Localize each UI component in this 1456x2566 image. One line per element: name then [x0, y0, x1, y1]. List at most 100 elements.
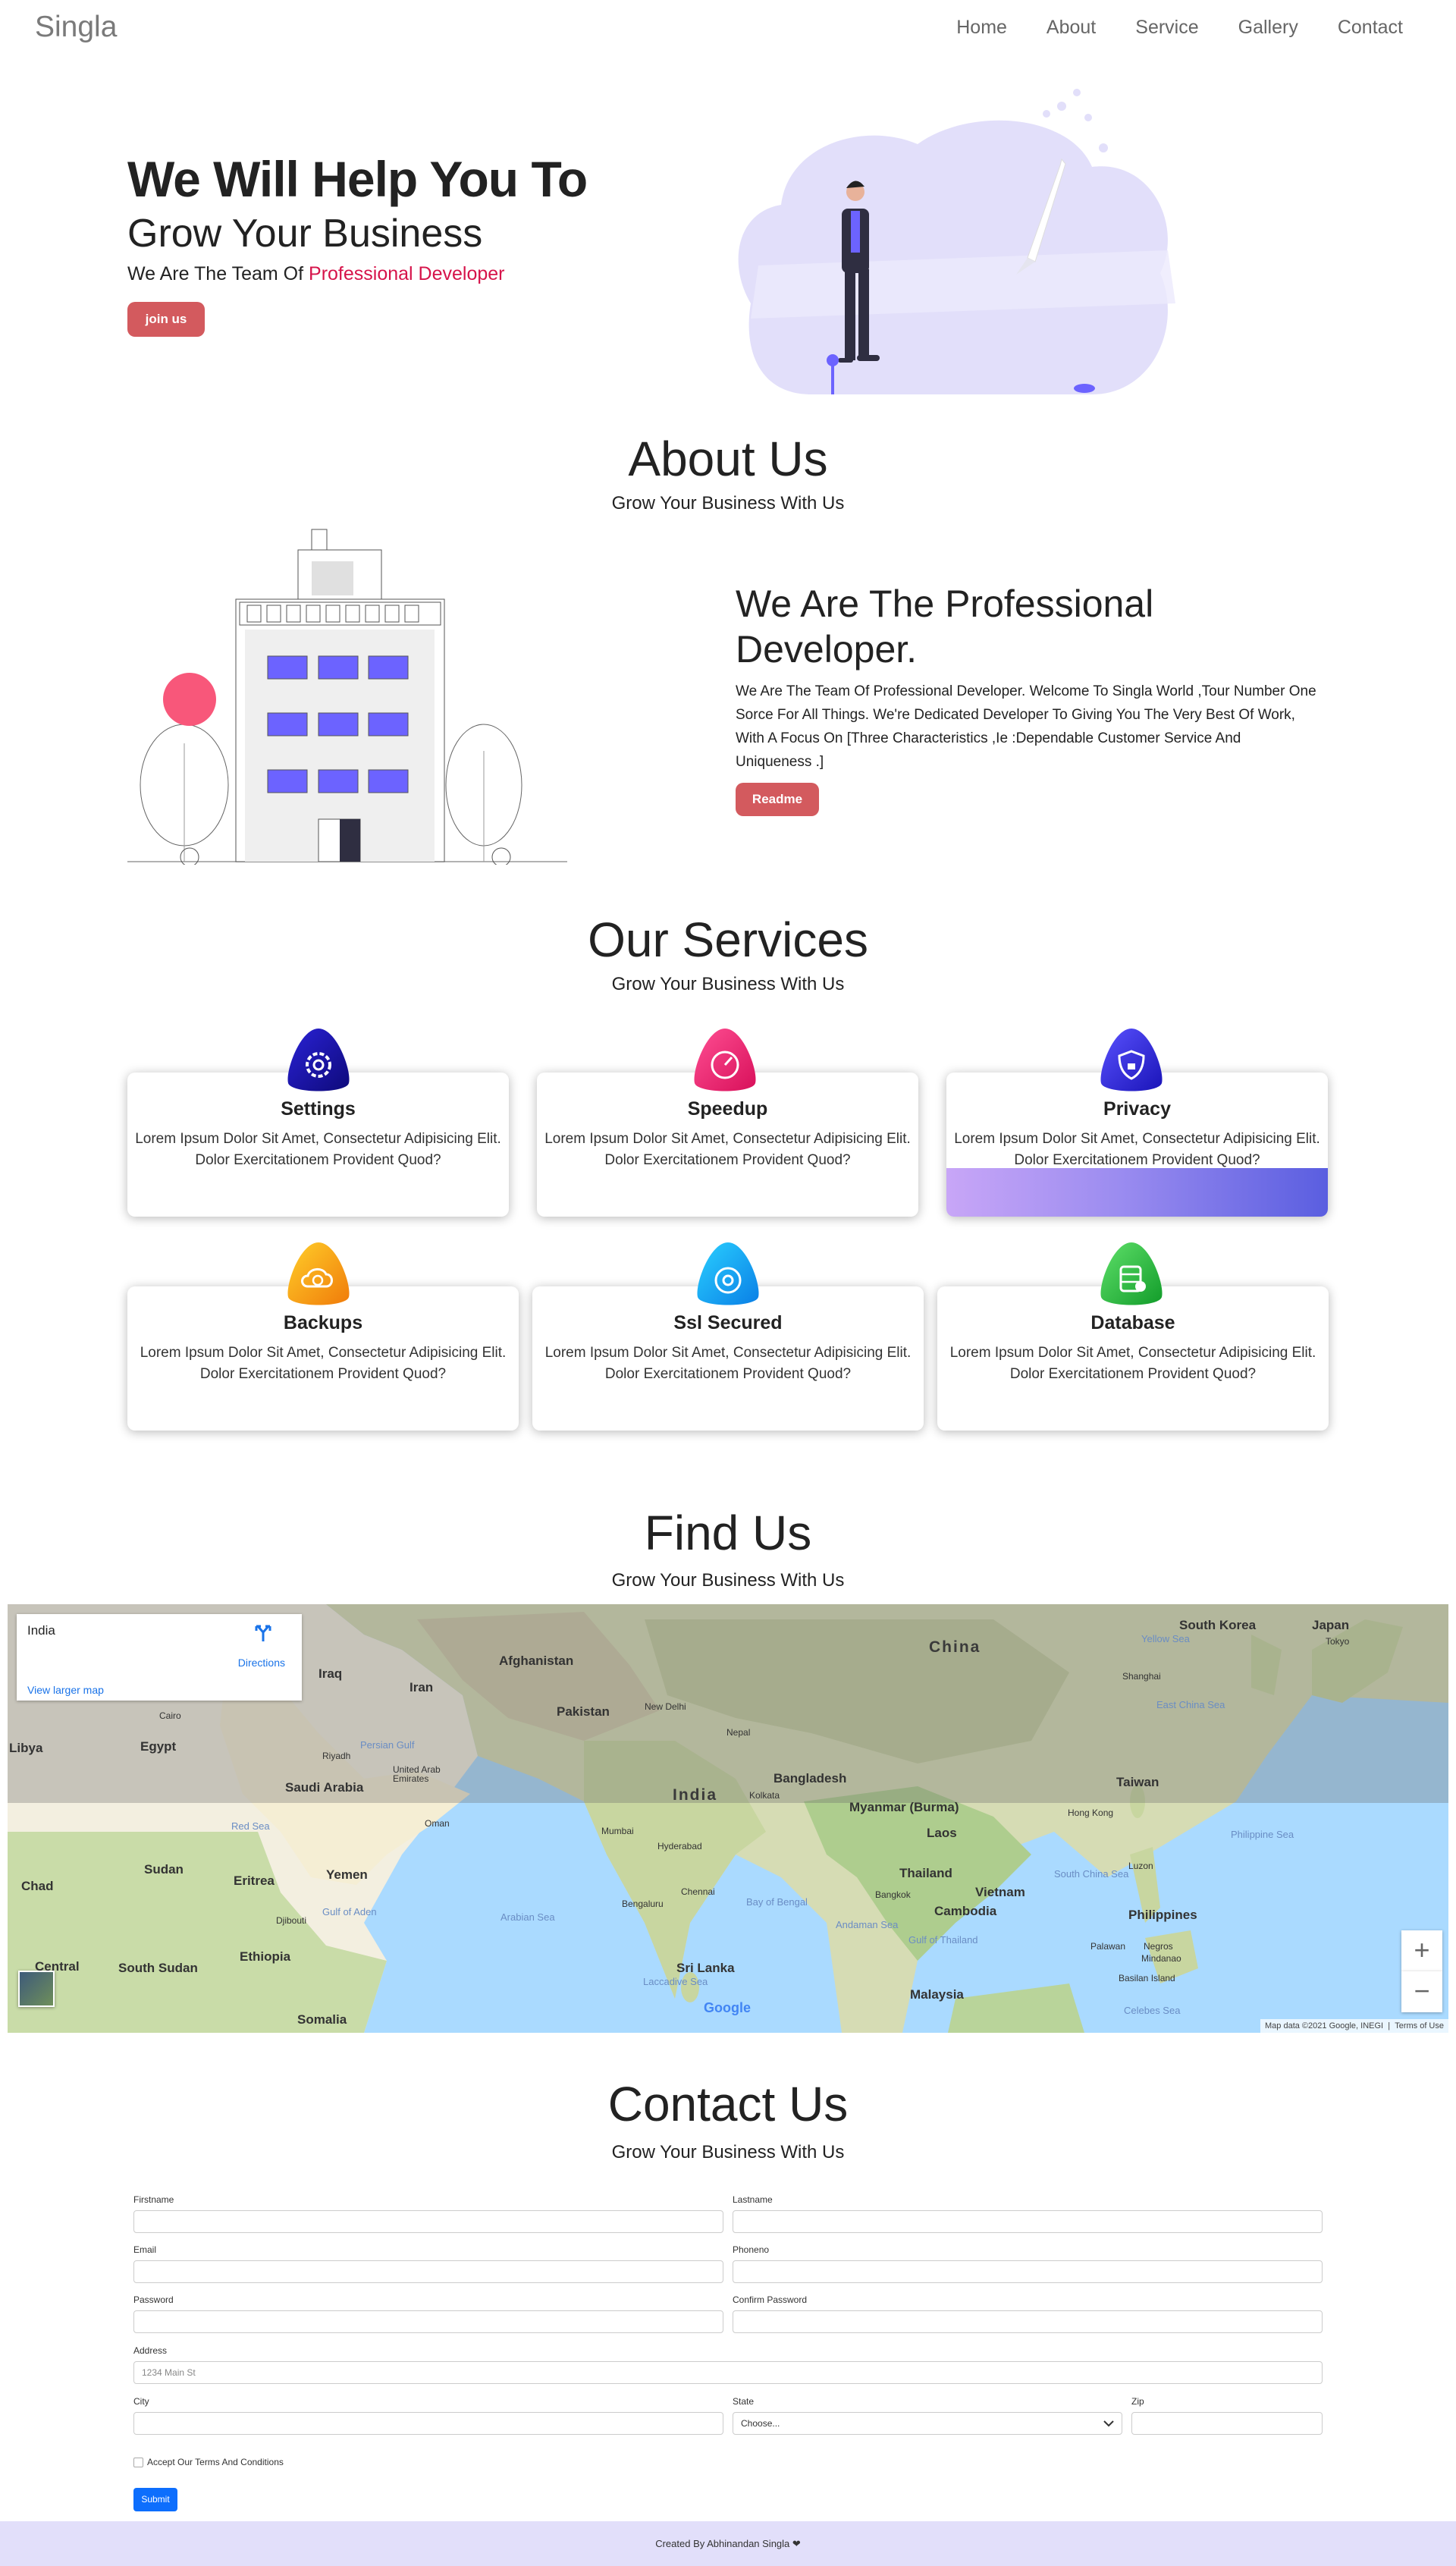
submit-button[interactable]: Submit — [133, 2488, 177, 2511]
service-text: Lorem Ipsum Dolor Sit Amet, Consectetur … — [954, 1131, 1320, 1168]
map-label: Riyadh — [322, 1751, 351, 1761]
service-text: Lorem Ipsum Dolor Sit Amet, Consectetur … — [135, 1131, 501, 1168]
state-label: State — [733, 2396, 755, 2407]
map-label: Bangladesh — [774, 1771, 847, 1786]
services-title: Our Services — [588, 912, 868, 967]
brand-logo[interactable]: Singla — [35, 11, 117, 44]
map-label: Yemen — [326, 1867, 368, 1882]
map-label: Red Sea — [231, 1820, 270, 1832]
lastname-label: Lastname — [733, 2194, 773, 2205]
gear-icon — [287, 1029, 350, 1091]
map-label: Japan — [1312, 1618, 1350, 1632]
view-larger-map-link[interactable]: View larger map — [27, 1684, 104, 1696]
map-label: Mindanao — [1141, 1953, 1181, 1964]
nav-link-home[interactable]: Home — [956, 17, 1007, 39]
map-label: Philippines — [1128, 1908, 1197, 1922]
map-label: Oman — [425, 1818, 450, 1829]
map-label: Hyderabad — [657, 1841, 702, 1851]
join-us-button[interactable]: join us — [127, 302, 205, 337]
city-label: City — [133, 2396, 149, 2407]
map-label: Sri Lanka — [676, 1961, 735, 1975]
map-label: Cambodia — [934, 1904, 997, 1918]
navbar: Singla Home About Service Gallery Contac… — [0, 0, 1456, 58]
nav-link-contact[interactable]: Contact — [1338, 17, 1403, 39]
nav-link-about[interactable]: About — [1046, 17, 1096, 39]
map-embed[interactable]: China India South Korea Japan Tokyo Yell… — [8, 1604, 1448, 2033]
map-label: South Sudan — [118, 1961, 198, 1975]
speedometer-icon — [694, 1029, 756, 1091]
email-input[interactable] — [133, 2260, 723, 2283]
map-label: Somalia — [297, 2012, 347, 2027]
map-data-credit: Map data ©2021 Google, INEGI — [1265, 2021, 1384, 2031]
zip-label: Zip — [1131, 2396, 1144, 2407]
nav-link-service[interactable]: Service — [1135, 17, 1198, 39]
shield-lock-icon — [1100, 1029, 1163, 1091]
service-title: Ssl Secured — [673, 1312, 783, 1333]
map-label: East China Sea — [1156, 1699, 1225, 1710]
zip-input[interactable] — [1131, 2412, 1323, 2435]
service-text: Lorem Ipsum Dolor Sit Amet, Consectetur … — [949, 1345, 1316, 1382]
terms-link[interactable]: Terms of Use — [1395, 2021, 1444, 2031]
phoneno-input[interactable] — [733, 2260, 1323, 2283]
google-logo: Google — [704, 2000, 751, 2016]
readme-button[interactable]: Readme — [736, 783, 819, 816]
nav-link-gallery[interactable]: Gallery — [1238, 17, 1298, 39]
map-label: United Arab Emirates — [393, 1764, 441, 1784]
service-title: Privacy — [1103, 1098, 1171, 1120]
hero-tagline-prefix: We Are The Team Of — [127, 263, 309, 284]
map-label: Gulf of Aden — [322, 1906, 377, 1917]
terms-checkbox[interactable] — [133, 2458, 143, 2467]
map-label: Iran — [410, 1680, 434, 1694]
service-title: Speedup — [687, 1098, 768, 1120]
confirm-password-label: Confirm Password — [733, 2294, 808, 2305]
map-label: Shanghai — [1122, 1671, 1161, 1682]
map-label: Negros — [1144, 1941, 1173, 1952]
lastname-input[interactable] — [733, 2210, 1323, 2233]
map-type-toggle[interactable] — [18, 1971, 55, 2007]
firstname-input[interactable] — [133, 2210, 723, 2233]
map-label: Yellow Sea — [1141, 1633, 1190, 1644]
services-subtitle: Grow Your Business With Us — [611, 974, 845, 994]
zoom-in-button[interactable]: + — [1401, 1930, 1442, 1971]
map-label: Pakistan — [557, 1704, 610, 1719]
map-label: Vietnam — [975, 1885, 1025, 1899]
address-label: Address — [133, 2345, 168, 2356]
nav-links: Home About Service Gallery Contact — [917, 17, 1403, 39]
map-label: Arabian Sea — [500, 1911, 555, 1923]
map-label: Iraq — [318, 1666, 343, 1681]
hero-title: We Will Help You To — [127, 151, 588, 207]
confirm-password-input[interactable] — [733, 2310, 1323, 2333]
city-input[interactable] — [133, 2412, 723, 2435]
map-label: Persian Gulf — [360, 1739, 415, 1751]
map-label: Saudi Arabia — [285, 1780, 364, 1795]
service-title: Settings — [281, 1098, 356, 1120]
hover-gradient — [946, 1168, 1328, 1217]
password-label: Password — [133, 2294, 174, 2305]
map-label: Hong Kong — [1068, 1808, 1114, 1818]
hero-illustration — [738, 89, 1175, 394]
map-label: New Delhi — [645, 1701, 686, 1712]
map-label: Djibouti — [276, 1915, 307, 1926]
map-label: Laccadive Sea — [643, 1976, 708, 1987]
directions-icon[interactable] — [253, 1623, 273, 1643]
service-text: Lorem Ipsum Dolor Sit Amet, Consectetur … — [544, 1345, 912, 1382]
map-label: India — [673, 1786, 718, 1804]
zoom-out-button[interactable]: − — [1401, 1971, 1442, 2012]
building-illustration — [127, 529, 567, 865]
service-title: Backups — [283, 1312, 363, 1333]
address-input[interactable]: 1234 Main St — [133, 2361, 1323, 2384]
map-label: Taiwan — [1116, 1775, 1159, 1789]
map-label: Andaman Sea — [836, 1919, 899, 1930]
map-label: South China Sea — [1054, 1868, 1129, 1880]
email-label: Email — [133, 2244, 157, 2255]
terms-label: Accept Our Terms And Conditions — [147, 2457, 284, 2467]
footer-text: Created By Abhinandan Singla ❤ — [655, 2538, 801, 2549]
state-select[interactable]: Choose... — [733, 2412, 1122, 2435]
directions-link[interactable]: Directions — [238, 1657, 285, 1669]
firstname-label: Firstname — [133, 2194, 174, 2205]
find-subtitle: Grow Your Business With Us — [611, 1570, 845, 1591]
password-input[interactable] — [133, 2310, 723, 2333]
map-label: Cairo — [159, 1710, 181, 1721]
hero-subtitle: Grow Your Business — [127, 212, 483, 256]
map-attribution: Map data ©2021 Google, INEGI | Terms of … — [1260, 2019, 1448, 2033]
